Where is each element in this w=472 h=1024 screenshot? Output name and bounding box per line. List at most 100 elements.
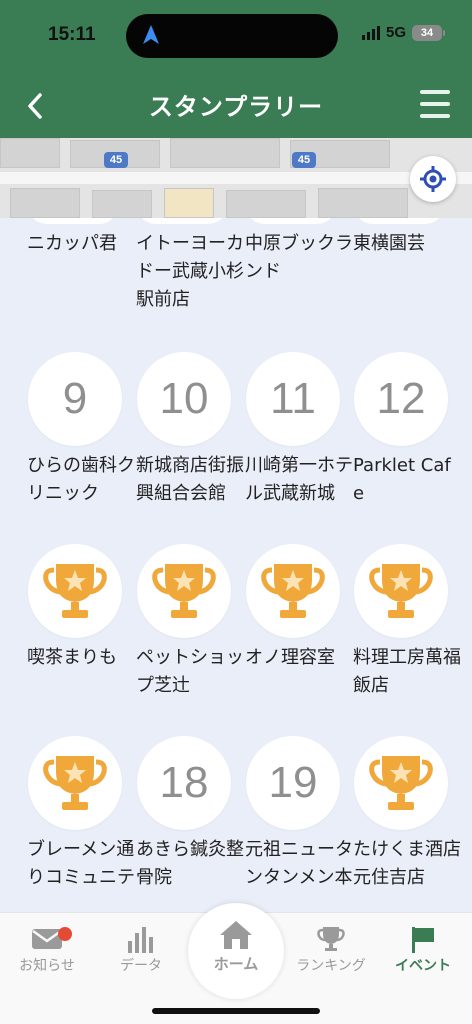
stamp-name: Parklet Cafe: [353, 455, 451, 504]
stamp-item[interactable]: ブレーメン通りコミュニテ: [27, 736, 135, 892]
battery-level: 34: [420, 26, 434, 39]
stamp-name: イトーヨーカドー武蔵小杉駅前店: [136, 233, 244, 310]
stamp-circle: [246, 544, 340, 638]
stamp-item[interactable]: 中原ブックランド: [245, 230, 353, 286]
stamp-circle: [137, 544, 231, 638]
stamp-item[interactable]: 料理工房萬福飯店: [353, 544, 461, 700]
notification-badge: [58, 927, 72, 941]
tab-label: データ: [120, 958, 162, 974]
tab-label: イベント: [395, 958, 451, 974]
stamp-circle: [28, 736, 122, 830]
tab-data[interactable]: データ: [98, 923, 184, 975]
menu-icon-bar: [420, 90, 450, 94]
stamp-item[interactable]: 東横園芸: [353, 230, 461, 258]
route-marker: 45: [104, 152, 128, 168]
status-time: 15:11: [48, 24, 96, 45]
menu-button[interactable]: [420, 90, 450, 118]
stamp-number: 12: [376, 374, 426, 423]
stamp-item[interactable]: オノ理容室: [245, 544, 353, 672]
stamp-item[interactable]: たけくま酒店 元住吉店: [353, 736, 472, 892]
stamp-name: 川崎第一ホテル武蔵新城: [245, 455, 353, 504]
stamp-item[interactable]: ニカッパ君: [27, 230, 135, 258]
stamp-circle: 9: [28, 352, 122, 446]
bar-chart-icon: [128, 927, 153, 953]
stamp-item[interactable]: 11 川崎第一ホテル武蔵新城: [245, 352, 353, 508]
flag-icon: [412, 927, 434, 953]
current-location-button[interactable]: [410, 156, 456, 202]
home-icon: [220, 921, 252, 949]
tab-label: お知らせ: [19, 958, 75, 974]
stamp-item[interactable]: 9 ひらの歯科クリニック: [27, 352, 135, 508]
stamp-number: 9: [62, 374, 88, 423]
stamp-item[interactable]: 10 新城商店街振興組合会館: [136, 352, 244, 508]
stamp-circle: [28, 544, 122, 638]
crosshair-icon: [420, 166, 446, 192]
stamp-circle: [354, 544, 448, 638]
tab-notifications[interactable]: お知らせ: [4, 923, 90, 975]
stamp-circle-partial: [136, 218, 228, 224]
stamp-circle: 11: [246, 352, 340, 446]
stamp-number: 18: [159, 758, 209, 807]
stamp-item[interactable]: 19 元祖ニュータンタンメン本: [245, 736, 353, 892]
map-block: [0, 138, 60, 168]
map-view[interactable]: 45 45: [0, 138, 472, 218]
stamp-name: たけくま酒店 元住吉店: [353, 839, 472, 888]
stamp-name: ニカッパ君: [27, 233, 117, 254]
tab-ranking[interactable]: ランキング: [288, 923, 374, 975]
stamp-circle-partial: [27, 218, 119, 224]
location-arrow-icon: [143, 25, 159, 44]
map-block: [318, 188, 408, 218]
map-block: [10, 188, 80, 218]
stamp-number: 11: [270, 374, 316, 423]
stamp-name: 新城商店街振興組合会館: [136, 455, 244, 504]
trophy-icon: [369, 756, 433, 810]
trophy-icon: [43, 756, 107, 810]
stamp-item[interactable]: 12 Parklet Cafe: [353, 352, 461, 508]
menu-icon-bar: [420, 102, 450, 106]
signal-icon: [361, 25, 380, 40]
trophy-icon: [152, 564, 216, 618]
stamp-number: 19: [268, 758, 318, 807]
stamp-name: あきら鍼灸整骨院: [136, 839, 244, 888]
stamp-name: ペットショップ芝辻: [136, 647, 244, 696]
stamp-number: 10: [159, 374, 209, 423]
map-road: [0, 172, 472, 184]
stamp-circle: 12: [354, 352, 448, 446]
route-marker: 45: [292, 152, 316, 168]
stamp-circle: 10: [137, 352, 231, 446]
stamp-name: 料理工房萬福飯店: [353, 647, 461, 696]
stamp-name: ブレーメン通りコミュニテ: [27, 839, 135, 888]
network-type: 5G: [385, 24, 406, 41]
status-indicators: 5G 34: [361, 24, 445, 41]
stamp-name: ひらの歯科クリニック: [27, 455, 135, 504]
menu-icon-bar: [420, 114, 450, 118]
stamp-item[interactable]: 喫茶まりも: [27, 544, 135, 672]
stamp-circle: 18: [137, 736, 231, 830]
trophy-icon: [317, 927, 345, 951]
stamp-circle: [354, 736, 448, 830]
stamp-item[interactable]: 18 あきら鍼灸整骨院: [136, 736, 244, 892]
page-title: スタンプラリー: [148, 93, 324, 121]
tab-events[interactable]: イベント: [380, 923, 466, 975]
stamp-name: 喫茶まりも: [27, 647, 117, 668]
stamp-item[interactable]: ペットショップ芝辻: [136, 544, 244, 700]
app-header: 15:11 5G 34 スタンプラリー: [0, 0, 472, 138]
stamp-name: 中原ブックランド: [245, 233, 353, 282]
trophy-icon: [261, 564, 325, 618]
tab-home[interactable]: ホーム: [188, 903, 284, 999]
stamp-list[interactable]: ニカッパ君 イトーヨーカドー武蔵小杉駅前店 中原ブックランド 東横園芸 9 ひら…: [0, 218, 472, 912]
battery-icon: 34: [412, 24, 445, 41]
stamp-name: 東横園芸: [353, 233, 425, 254]
stamp-name: 元祖ニュータンタンメン本: [245, 839, 353, 888]
trophy-icon: [43, 564, 107, 618]
stamp-item[interactable]: イトーヨーカドー武蔵小杉駅前店: [136, 230, 244, 314]
stamp-circle-partial: [245, 218, 337, 224]
tab-label: ホーム: [213, 955, 259, 973]
stamp-name: オノ理容室: [245, 647, 335, 668]
map-block: [170, 138, 280, 168]
home-indicator: [152, 1008, 320, 1014]
trophy-icon: [369, 564, 433, 618]
map-block: [164, 188, 214, 218]
map-block: [92, 190, 152, 218]
map-block: [226, 190, 306, 218]
